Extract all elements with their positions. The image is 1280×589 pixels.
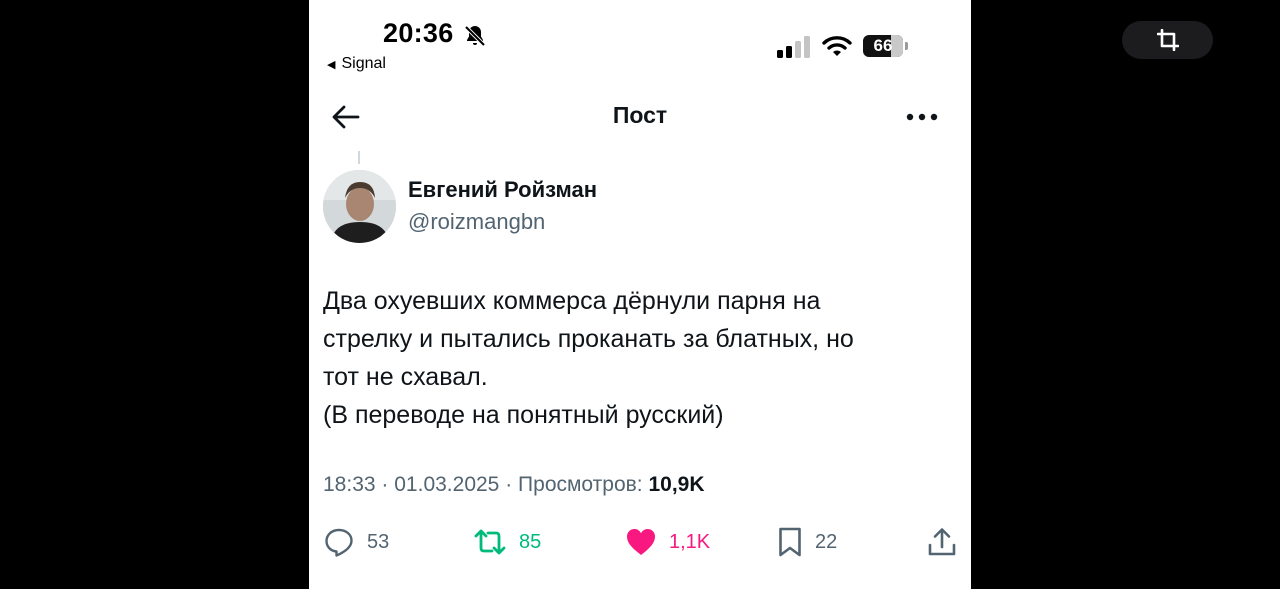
action-bar: 53 85 1,1K 22 bbox=[309, 522, 971, 562]
views-label: Просмотров: bbox=[518, 473, 643, 496]
reply-icon bbox=[325, 528, 353, 557]
share-button[interactable] bbox=[927, 522, 957, 562]
share-icon bbox=[928, 528, 956, 556]
status-time: 20:36 bbox=[383, 18, 454, 48]
reply-count: 53 bbox=[367, 530, 390, 553]
heart-icon bbox=[627, 529, 655, 555]
crop-button[interactable] bbox=[1122, 21, 1213, 59]
bell-slash-icon bbox=[463, 24, 487, 53]
bookmark-button[interactable]: 22 bbox=[777, 522, 837, 562]
tweet-meta: 18:33 · 01.03.2025 · Просмотров: 10,9K bbox=[323, 473, 705, 497]
phone-screen: 20:36 ◀ Signal 66 Пост Евгений Ройзман @… bbox=[309, 0, 971, 589]
crop-icon bbox=[1156, 29, 1179, 51]
bookmark-icon bbox=[779, 527, 801, 557]
battery-level: 66 bbox=[873, 36, 893, 55]
reply-button[interactable]: 53 bbox=[323, 522, 389, 562]
more-icon[interactable] bbox=[906, 109, 938, 130]
wifi-icon bbox=[822, 34, 852, 63]
meta-separator: · bbox=[381, 473, 389, 496]
like-count: 1,1K bbox=[669, 530, 711, 553]
retweet-icon bbox=[474, 529, 506, 555]
author-name[interactable]: Евгений Ройзман bbox=[408, 177, 597, 203]
tweet-line: (В переводе на понятный русский) bbox=[323, 401, 724, 429]
author-handle[interactable]: @roizmangbn bbox=[408, 209, 545, 235]
back-to-app-link[interactable]: ◀ Signal bbox=[327, 55, 386, 73]
signal-icon bbox=[777, 36, 811, 63]
battery-icon: 66 bbox=[863, 35, 903, 57]
battery-tip bbox=[905, 42, 908, 50]
retweet-button[interactable]: 85 bbox=[473, 522, 541, 562]
back-app-label: Signal bbox=[341, 55, 386, 72]
page-title: Пост bbox=[612, 102, 668, 128]
views-count[interactable]: 10,9K bbox=[648, 473, 704, 496]
like-button[interactable]: 1,1K bbox=[625, 522, 710, 562]
tweet-time: 18:33 bbox=[323, 473, 376, 496]
avatar[interactable] bbox=[323, 170, 396, 243]
tweet-line: стрелку и пытались проканать за блатных,… bbox=[323, 325, 854, 353]
bookmark-count: 22 bbox=[815, 530, 838, 553]
meta-separator: · bbox=[505, 473, 513, 496]
tweet-line: Два охуевших коммерса дёрнули парня на bbox=[323, 287, 821, 315]
tweet-date: 01.03.2025 bbox=[394, 473, 500, 496]
thread-line bbox=[358, 151, 360, 164]
back-triangle-icon: ◀ bbox=[327, 58, 336, 71]
tweet-line: тот не схавал. bbox=[323, 363, 488, 391]
back-arrow-icon[interactable] bbox=[331, 102, 361, 137]
tweet-text: Два охуевших коммерса дёрнули парня на с… bbox=[323, 282, 953, 434]
retweet-count: 85 bbox=[519, 530, 542, 553]
